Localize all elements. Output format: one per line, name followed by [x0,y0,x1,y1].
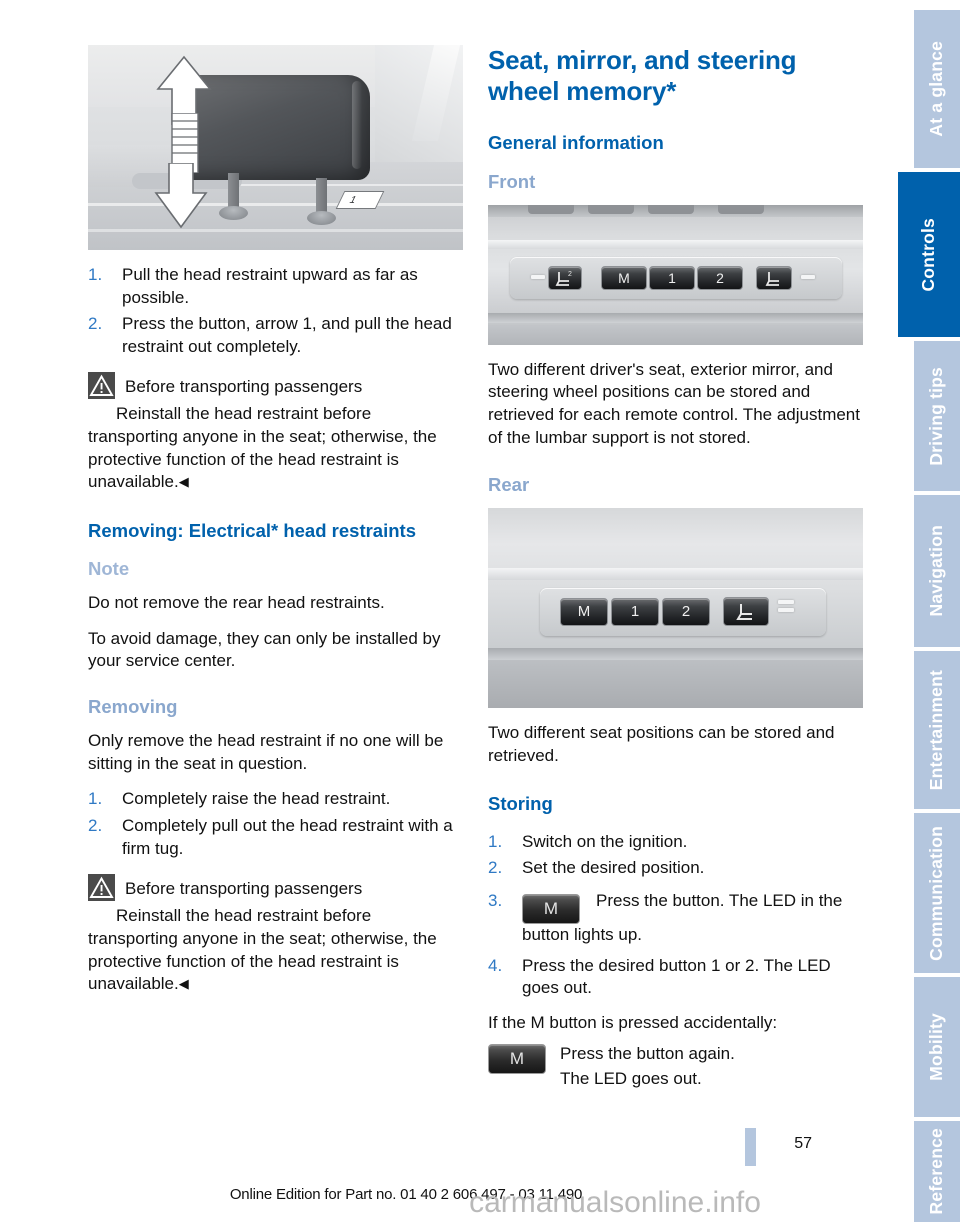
list-number: 1. [88,265,103,284]
sidebar-tab-label: Navigation [926,525,947,617]
sidebar-tab-label: Controls [918,217,939,292]
end-mark: ◀ [178,976,189,992]
accidental-lines: Press the button again. The LED goes out… [560,1042,735,1091]
left-column: 1 1. Pull the head restraint upward as f… [88,45,463,1006]
note-paragraph-1: Do not remove the rear head restraints. [88,593,385,613]
subheading-rear: Rear [488,474,530,496]
list-item: 1. Pull the head restraint upward as far… [88,264,463,309]
list-text: Set the desired position. [522,858,705,878]
front-memory-panel-figure: 2 M 1 2 [488,204,863,345]
sidebar-tab-label: Communication [926,825,947,961]
list-number: 1. [488,831,503,851]
subheading-removing: Removing [88,696,178,718]
steps-list-removing: 1. Completely raise the head restraint. … [88,788,463,860]
warning-block-2: Before transporting passengers Reinstall… [88,874,463,995]
list-text: Switch on the ignition. [522,831,688,851]
steps-list-top: 1. Pull the head restraint upward as far… [88,264,463,358]
sidebar-tab-label: Driving tips [926,366,947,466]
list-text: Completely raise the head restraint. [122,789,391,809]
list-text: Pull the head restraint upward as far as… [122,265,418,307]
sidebar-tab-driving-tips[interactable]: Driving tips [914,341,960,491]
front-button-seat-2[interactable]: 2 [548,265,582,290]
watermark: carmanualsonline.info [469,1186,761,1219]
svg-text:2: 2 [568,271,572,278]
list-item: 3. M Press the button. The LED in the but… [488,890,863,947]
subheading-front: Front [488,170,536,192]
warning-headline: Before transporting passengers [125,879,363,899]
list-number: 4. [488,955,503,975]
accidental-line-1: Press the button again. [560,1044,735,1064]
list-item: 1. Switch on the ignition. [488,831,863,854]
removing-intro: Only remove the head restraint if no one… [88,731,444,773]
right-column: Seat, mirror, and steering wheel memory*… [488,45,863,1092]
front-paragraph: Two different driver's seat, exterior mi… [488,359,860,447]
rear-button-m[interactable]: M [560,598,608,627]
front-led-left [531,274,545,279]
list-item: 2. Set the desired position. [488,857,863,880]
list-text: Press the button, arrow 1, and pull the … [122,314,452,356]
accidental-row: M Press the button again. The LED goes o… [488,1042,863,1091]
warning-text: Reinstall the head restraint before tran… [88,404,437,492]
sidebar-tabs: At a glance Controls Driving tips Naviga… [882,0,960,1222]
list-item: 1. Completely raise the head restraint. [88,788,463,811]
section-heading-removing-electrical: Removing: Electrical* head restraints [88,519,416,541]
arrow-down-icon [154,163,208,229]
end-mark: ◀ [178,474,189,490]
sidebar-tab-entertainment[interactable]: Entertainment [914,651,960,809]
front-button-seat[interactable] [756,265,792,290]
sidebar-tab-at-a-glance[interactable]: At a glance [914,10,960,168]
m-button-icon[interactable]: M [522,893,580,924]
front-button-2[interactable]: 2 [697,265,743,290]
m-button-icon[interactable]: M [488,1044,546,1075]
list-text: Completely pull out the head restraint w… [122,816,453,858]
rear-button-2[interactable]: 2 [662,598,710,627]
list-number: 2. [88,314,103,334]
steps-list-storing: 1. Switch on the ignition. 2. Set the de… [488,831,863,1000]
sidebar-tab-mobility[interactable]: Mobility [914,977,960,1117]
accidental-intro: If the M button is pressed accidentally: [488,1012,778,1032]
sidebar-tab-label: Mobility [926,1013,947,1081]
list-number: 2. [88,816,103,836]
front-button-1[interactable]: 1 [649,265,695,290]
list-item: 2. Press the button, arrow 1, and pull t… [88,313,463,358]
warning-block-1: Before transporting passengers Reinstall… [88,372,463,493]
rear-led-2 [778,608,794,613]
list-item: 4. Press the desired button 1 or 2. The … [488,955,863,1000]
manual-page: 1 1. Pull the head restraint upward as f… [0,0,960,1222]
warning-triangle-icon [88,874,115,902]
rear-button-1[interactable]: 1 [611,598,659,627]
front-button-m[interactable]: M [601,265,647,290]
warning-headline: Before transporting passengers [125,377,363,397]
list-number: 3. [488,890,503,910]
sidebar-tab-label: Entertainment [926,669,947,791]
sidebar-tab-controls[interactable]: Controls [898,172,960,337]
accidental-line-2: The LED goes out. [560,1069,702,1089]
list-number: 2. [488,858,503,878]
sidebar-tab-communication[interactable]: Communication [914,813,960,973]
page-title: Seat, mirror, and steering wheel memory* [488,45,797,106]
page-number: 57 [794,1135,812,1152]
rear-button-seat[interactable] [723,597,769,627]
note-paragraph-2: To avoid damage, they can only be instal… [88,628,441,671]
section-heading-storing: Storing [488,792,553,814]
sidebar-tab-label: At a glance [926,41,947,137]
sidebar-tab-navigation[interactable]: Navigation [914,495,960,647]
rear-memory-panel-figure: M 1 2 [488,508,863,709]
headrest-figure: 1 [88,45,463,250]
list-number: 1. [88,789,103,809]
list-text: Press the desired button 1 or 2. The LED… [522,955,831,998]
rear-led [778,600,794,605]
rear-paragraph: Two different seat positions can be stor… [488,723,835,765]
warning-text: Reinstall the head restraint before tran… [88,906,437,994]
subheading-note: Note [88,558,130,580]
warning-triangle-icon [88,372,115,400]
front-led-right [801,274,815,279]
section-heading-general-information: General information [488,132,664,154]
list-item: 2. Completely pull out the head restrain… [88,815,463,860]
